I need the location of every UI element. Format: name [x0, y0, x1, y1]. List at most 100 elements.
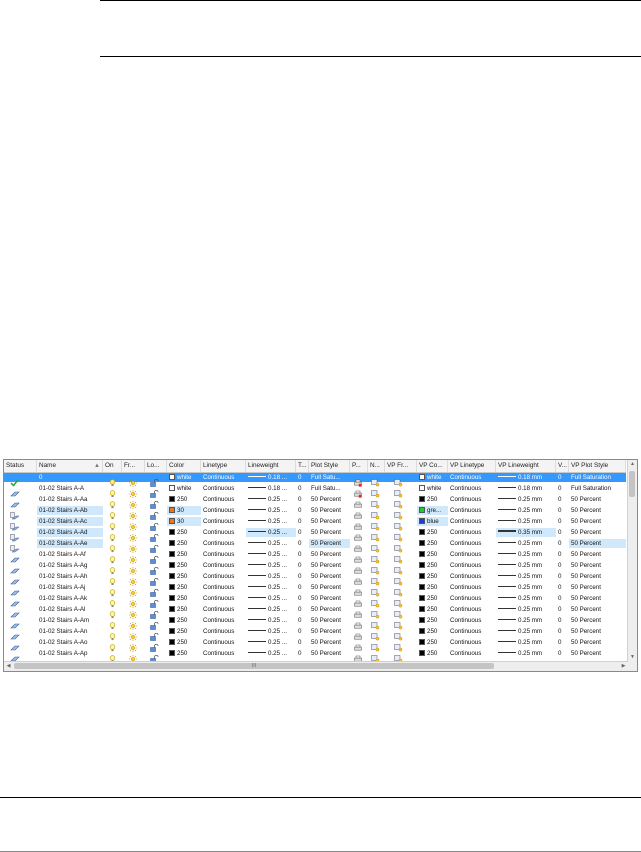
- column-header-linetype[interactable]: Linetype: [201, 460, 246, 472]
- vp-transparency[interactable]: 0: [556, 473, 569, 482]
- vp-plot-style[interactable]: 50 Percent: [569, 517, 626, 526]
- vp-plot-style[interactable]: 50 Percent: [569, 627, 626, 636]
- layer-transparency[interactable]: 0: [296, 572, 309, 581]
- layer-color[interactable]: 250: [167, 561, 201, 570]
- vp-plot-style[interactable]: 50 Percent: [569, 550, 626, 559]
- vp-plot-style[interactable]: 50 Percent: [569, 649, 626, 658]
- column-header-vp-transparency[interactable]: V...: [556, 460, 569, 472]
- vp-transparency[interactable]: 0: [556, 605, 569, 614]
- layer-plot-style[interactable]: 50 Percent: [309, 506, 350, 515]
- vp-plot-style[interactable]: Full Saturation: [569, 473, 626, 482]
- layer-lineweight[interactable]: 0.25 ...: [246, 583, 296, 592]
- vp-transparency[interactable]: 0: [556, 528, 569, 537]
- layer-transparency[interactable]: 0: [296, 506, 309, 515]
- column-header-lock[interactable]: Lo...: [145, 460, 167, 472]
- layer-linetype[interactable]: Continuous: [201, 550, 246, 559]
- vp-plot-style[interactable]: 50 Percent: [569, 506, 626, 515]
- layer-name[interactable]: 01-02 Stairs A-An: [37, 627, 103, 636]
- vp-transparency[interactable]: 0: [556, 495, 569, 504]
- table-row[interactable]: 01-02 Stairs A-Ad 250 Continuous 0.25 ... 0 5…: [4, 528, 626, 542]
- layer-color[interactable]: 250: [167, 572, 201, 581]
- column-header-plot[interactable]: P...: [350, 460, 368, 472]
- vp-linetype[interactable]: Continuous: [448, 594, 496, 603]
- layer-color[interactable]: 250: [167, 594, 201, 603]
- layer-transparency[interactable]: 0: [296, 473, 309, 482]
- column-header-vp-color[interactable]: VP Co...: [417, 460, 448, 472]
- column-header-vp-linetype[interactable]: VP Linetype: [448, 460, 496, 472]
- layer-lineweight[interactable]: 0.25 ...: [246, 572, 296, 581]
- vp-lineweight[interactable]: 0.25 mm: [496, 550, 556, 559]
- scroll-up-icon[interactable]: ▲: [628, 460, 637, 469]
- layer-transparency[interactable]: 0: [296, 550, 309, 559]
- layer-lineweight[interactable]: 0.18 ...: [246, 473, 296, 482]
- vp-color[interactable]: 250: [417, 616, 448, 625]
- layer-name[interactable]: 01-02 Stairs A-Ad: [37, 528, 103, 537]
- layer-linetype[interactable]: Continuous: [201, 506, 246, 515]
- layer-lineweight[interactable]: 0.25 ...: [246, 561, 296, 570]
- layer-color[interactable]: 250: [167, 583, 201, 592]
- vp-linetype[interactable]: Continuous: [448, 550, 496, 559]
- layer-plot-style[interactable]: 50 Percent: [309, 572, 350, 581]
- vp-linetype[interactable]: Continuous: [448, 517, 496, 526]
- layer-transparency[interactable]: 0: [296, 627, 309, 636]
- layer-linetype[interactable]: Continuous: [201, 528, 246, 537]
- vp-color[interactable]: blue: [417, 517, 448, 526]
- vp-color[interactable]: 250: [417, 583, 448, 592]
- vp-color[interactable]: 250: [417, 528, 448, 537]
- layer-transparency[interactable]: 0: [296, 539, 309, 548]
- layer-linetype[interactable]: Continuous: [201, 561, 246, 570]
- table-row[interactable]: 01-02 Stairs A-Ac 30 Continuous 0.25 ... 0 50…: [4, 517, 626, 531]
- column-header-vp-freeze[interactable]: VP Fr...: [385, 460, 417, 472]
- layer-transparency[interactable]: 0: [296, 594, 309, 603]
- horizontal-scrollbar[interactable]: ◀ III ▶: [4, 661, 628, 671]
- vp-transparency[interactable]: 0: [556, 594, 569, 603]
- vp-transparency[interactable]: 0: [556, 616, 569, 625]
- vp-color[interactable]: 250: [417, 638, 448, 647]
- vp-lineweight[interactable]: 0.25 mm: [496, 638, 556, 647]
- layer-lineweight[interactable]: 0.25 ...: [246, 594, 296, 603]
- layer-plot-style[interactable]: 50 Percent: [309, 638, 350, 647]
- layer-name[interactable]: 01-02 Stairs A-Ap: [37, 649, 103, 658]
- vertical-scroll-thumb[interactable]: [629, 471, 635, 497]
- table-row[interactable]: 01-02 Stairs A-Aj 250 Continuous 0.25 ... 0 5…: [4, 583, 626, 597]
- layer-plot-style[interactable]: 50 Percent: [309, 528, 350, 537]
- layer-linetype[interactable]: Continuous: [201, 616, 246, 625]
- vp-transparency[interactable]: 0: [556, 517, 569, 526]
- layer-name[interactable]: 01-02 Stairs A-Ak: [37, 594, 103, 603]
- layer-lineweight[interactable]: 0.25 ...: [246, 605, 296, 614]
- layer-linetype[interactable]: Continuous: [201, 572, 246, 581]
- vertical-scrollbar[interactable]: ▲ ▼: [627, 460, 637, 671]
- column-header-vp-plot-style[interactable]: VP Plot Style: [569, 460, 626, 472]
- layer-color[interactable]: white: [167, 473, 201, 482]
- vp-color[interactable]: white: [417, 473, 448, 482]
- column-header-new-vp-freeze[interactable]: N...: [368, 460, 385, 472]
- layer-plot-style[interactable]: 50 Percent: [309, 539, 350, 548]
- table-row[interactable]: 01-02 Stairs A-Ak 250 Continuous 0.25 ... 0 5…: [4, 594, 626, 608]
- scroll-left-icon[interactable]: ◀: [4, 662, 13, 671]
- vp-lineweight[interactable]: 0.25 mm: [496, 616, 556, 625]
- layer-transparency[interactable]: 0: [296, 649, 309, 658]
- table-row[interactable]: 01-02 Stairs A-Al 250 Continuous 0.25 ... 0 5…: [4, 605, 626, 619]
- layer-lineweight[interactable]: 0.25 ...: [246, 649, 296, 658]
- vp-linetype[interactable]: Continuous: [448, 473, 496, 482]
- layer-transparency[interactable]: 0: [296, 638, 309, 647]
- table-row[interactable]: 01-02 Stairs A-Ag 250 Continuous 0.25 ... 0 5…: [4, 561, 626, 575]
- layer-plot-style[interactable]: 50 Percent: [309, 605, 350, 614]
- vp-lineweight[interactable]: 0.25 mm: [496, 572, 556, 581]
- vp-lineweight[interactable]: 0.25 mm: [496, 627, 556, 636]
- layer-name[interactable]: 01-02 Stairs A-Al: [37, 605, 103, 614]
- vp-lineweight[interactable]: 0.18 mm: [496, 473, 556, 482]
- table-row[interactable]: 01-02 Stairs A-Aa 250 Continuous 0.25 ... 0 5…: [4, 495, 626, 509]
- vp-color[interactable]: 250: [417, 561, 448, 570]
- layer-name[interactable]: 01-02 Stairs A-Aa: [37, 495, 103, 504]
- layer-lineweight[interactable]: 0.25 ...: [246, 517, 296, 526]
- layer-lineweight[interactable]: 0.25 ...: [246, 528, 296, 537]
- layer-linetype[interactable]: Continuous: [201, 649, 246, 658]
- layer-plot-style[interactable]: 50 Percent: [309, 627, 350, 636]
- table-row[interactable]: 01-02 Stairs A-A white Continuous 0.18 ... 0…: [4, 484, 626, 498]
- layer-plot-style[interactable]: 50 Percent: [309, 649, 350, 658]
- vp-linetype[interactable]: Continuous: [448, 605, 496, 614]
- vp-color[interactable]: 250: [417, 649, 448, 658]
- layer-name[interactable]: 01-02 Stairs A-Ao: [37, 638, 103, 647]
- layer-transparency[interactable]: 0: [296, 484, 309, 493]
